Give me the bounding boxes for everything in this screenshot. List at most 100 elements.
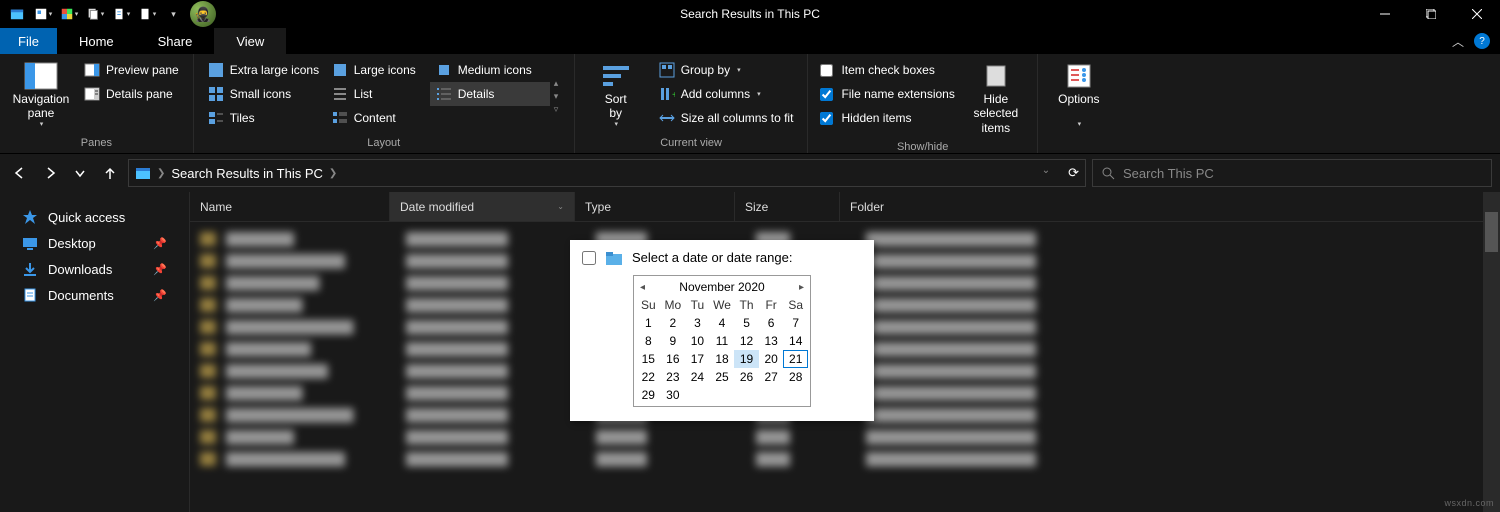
calendar-day[interactable]: 6	[759, 314, 784, 332]
column-name[interactable]: Name	[190, 192, 390, 221]
calendar-day[interactable]: 28	[783, 368, 808, 386]
column-date-modified[interactable]: Date modified⌄	[390, 192, 575, 221]
qat-copy-icon[interactable]: ▾	[84, 4, 106, 24]
user-avatar-icon[interactable]: 🥷	[190, 1, 216, 27]
navigation-pane-button[interactable]: Navigation pane▾	[8, 58, 74, 133]
help-button[interactable]: ?	[1474, 33, 1490, 49]
item-check-boxes-checkbox[interactable]: Item check boxes	[816, 58, 958, 82]
app-icon[interactable]	[6, 4, 28, 24]
calendar-day[interactable]: 24	[685, 368, 710, 386]
forward-button[interactable]	[38, 161, 62, 185]
small-icons-button[interactable]: Small icons	[202, 82, 322, 106]
list-button[interactable]: List	[326, 82, 426, 106]
add-columns-button[interactable]: +Add columns ▾	[653, 82, 800, 106]
calendar-day[interactable]: 25	[710, 368, 735, 386]
calendar-day[interactable]: 30	[661, 386, 686, 404]
calendar-dow: Sa	[783, 296, 808, 314]
qat-customize-icon[interactable]: ▾	[162, 4, 184, 24]
group-by-button[interactable]: Group by ▾	[653, 58, 800, 82]
folder-icon	[606, 251, 622, 265]
qat-new-icon[interactable]: ▾	[58, 4, 80, 24]
preview-pane-button[interactable]: Preview pane	[78, 58, 185, 82]
calendar-day[interactable]: 1	[636, 314, 661, 332]
vertical-scrollbar[interactable]	[1483, 192, 1500, 512]
calendar-day[interactable]: 3	[685, 314, 710, 332]
layout-expand-icon[interactable]: ▿	[554, 104, 566, 115]
minimize-button[interactable]	[1362, 0, 1408, 28]
breadcrumb-separator-icon[interactable]: ❯	[157, 168, 165, 179]
date-filter-checkbox[interactable]	[582, 251, 596, 265]
calendar-day[interactable]: 8	[636, 332, 661, 350]
back-button[interactable]	[8, 161, 32, 185]
address-bar[interactable]: ❯ Search Results in This PC ❯ ⌄ ⟳	[128, 159, 1086, 187]
view-tab[interactable]: View	[214, 28, 286, 54]
prev-month-button[interactable]: ◂	[640, 282, 645, 293]
qat-page-icon[interactable]: ▾	[136, 4, 158, 24]
calendar-day[interactable]: 26	[734, 368, 759, 386]
sort-by-button[interactable]: Sort by▾	[583, 58, 649, 133]
calendar-day[interactable]: 7	[783, 314, 808, 332]
qat-doc-icon[interactable]: ▾	[110, 4, 132, 24]
calendar-day[interactable]: 15	[636, 350, 661, 368]
calendar-day[interactable]: 23	[661, 368, 686, 386]
calendar-day[interactable]: 18	[710, 350, 735, 368]
address-dropdown-button[interactable]: ⌄	[1042, 165, 1050, 181]
calendar-day[interactable]: 17	[685, 350, 710, 368]
column-type[interactable]: Type	[575, 192, 735, 221]
collapse-ribbon-button[interactable]: ︿	[1452, 33, 1464, 50]
calendar-day[interactable]: 4	[710, 314, 735, 332]
layout-scroll-up-icon[interactable]: ▴	[554, 78, 566, 89]
tiles-button[interactable]: Tiles	[202, 106, 322, 130]
calendar-day[interactable]: 11	[710, 332, 735, 350]
home-tab[interactable]: Home	[57, 28, 136, 54]
calendar-day[interactable]: 12	[734, 332, 759, 350]
refresh-button[interactable]: ⟳	[1068, 165, 1079, 181]
hidden-items-checkbox[interactable]: Hidden items	[816, 106, 958, 130]
share-tab[interactable]: Share	[136, 28, 215, 54]
column-size[interactable]: Size	[735, 192, 840, 221]
calendar-dow: Mo	[661, 296, 686, 314]
breadcrumb-label[interactable]: Search Results in This PC	[171, 166, 323, 181]
details-view-button[interactable]: Details	[430, 82, 550, 106]
scroll-thumb[interactable]	[1485, 212, 1498, 252]
close-button[interactable]	[1454, 0, 1500, 28]
calendar-day[interactable]: 22	[636, 368, 661, 386]
sidebar-desktop[interactable]: Desktop📌	[0, 230, 189, 256]
search-box[interactable]: Search This PC	[1092, 159, 1492, 187]
qat-properties-icon[interactable]: ▾	[32, 4, 54, 24]
calendar-day[interactable]: 19	[734, 350, 759, 368]
file-extensions-checkbox[interactable]: File name extensions	[816, 82, 958, 106]
sidebar-downloads[interactable]: Downloads📌	[0, 256, 189, 282]
calendar-day[interactable]: 14	[783, 332, 808, 350]
sidebar-quick-access[interactable]: Quick access	[0, 204, 189, 230]
calendar-day[interactable]: 16	[661, 350, 686, 368]
medium-icons-button[interactable]: Medium icons	[430, 58, 550, 82]
content-button[interactable]: Content	[326, 106, 426, 130]
recent-locations-button[interactable]	[68, 161, 92, 185]
next-month-button[interactable]: ▸	[799, 282, 804, 293]
column-folder[interactable]: Folder	[840, 192, 1500, 221]
maximize-button[interactable]	[1408, 0, 1454, 28]
hide-selected-button[interactable]: Hide selected items	[963, 58, 1029, 139]
column-filter-dropdown-icon[interactable]: ⌄	[557, 202, 564, 211]
up-button[interactable]	[98, 161, 122, 185]
options-button[interactable]: Options▾	[1046, 58, 1112, 133]
calendar-day[interactable]: 13	[759, 332, 784, 350]
month-label[interactable]: November 2020	[679, 280, 764, 294]
file-tab[interactable]: File	[0, 28, 57, 54]
large-icons-button[interactable]: Large icons	[326, 58, 426, 82]
calendar-day[interactable]: 21	[783, 350, 808, 368]
details-pane-button[interactable]: Details pane	[78, 82, 185, 106]
breadcrumb-separator-icon[interactable]: ❯	[329, 168, 337, 179]
calendar-day[interactable]: 9	[661, 332, 686, 350]
layout-scroll-down-icon[interactable]: ▾	[554, 91, 566, 102]
sidebar-documents[interactable]: Documents📌	[0, 282, 189, 308]
calendar-day[interactable]: 29	[636, 386, 661, 404]
calendar-day[interactable]: 20	[759, 350, 784, 368]
calendar-day[interactable]: 5	[734, 314, 759, 332]
extra-large-icons-button[interactable]: Extra large icons	[202, 58, 322, 82]
calendar-day[interactable]: 2	[661, 314, 686, 332]
size-columns-button[interactable]: Size all columns to fit	[653, 106, 800, 130]
calendar-day[interactable]: 27	[759, 368, 784, 386]
calendar-day[interactable]: 10	[685, 332, 710, 350]
